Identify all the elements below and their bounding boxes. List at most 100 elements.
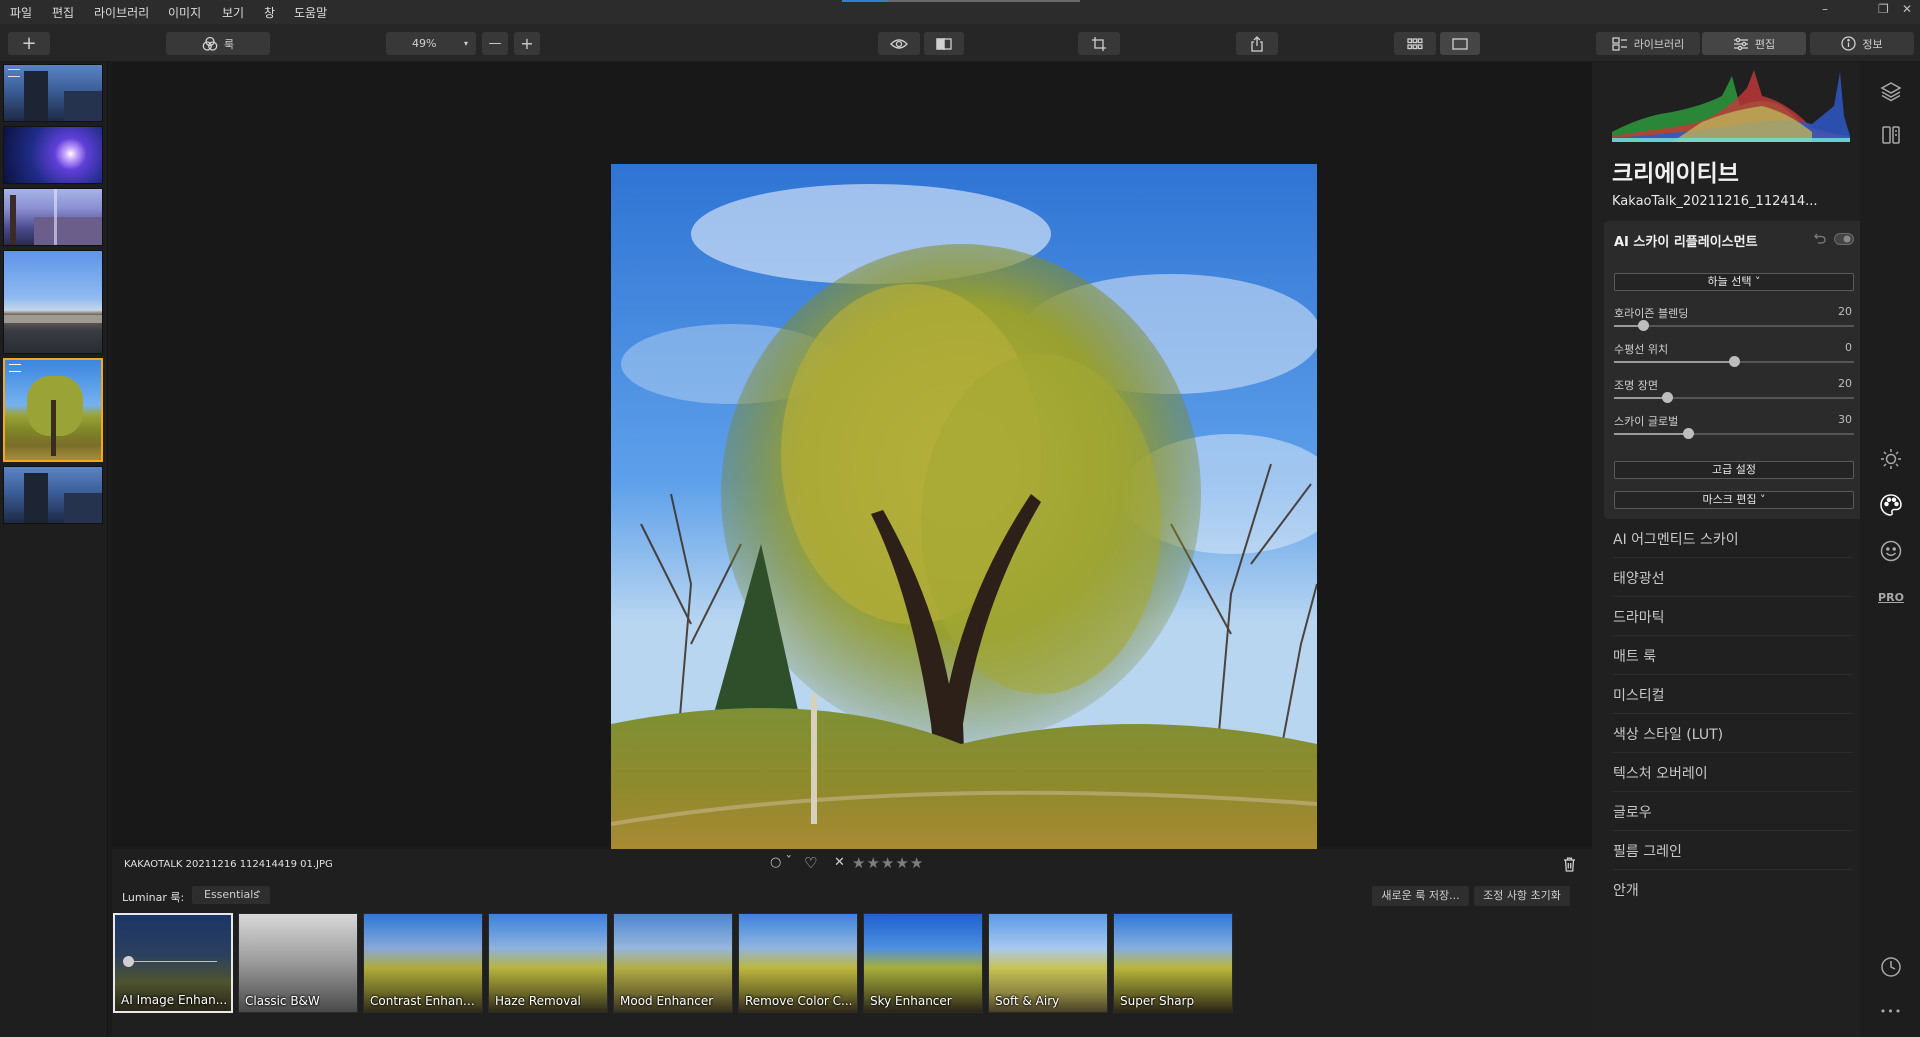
photo-image bbox=[611, 164, 1317, 871]
single-view-button[interactable] bbox=[1440, 32, 1480, 55]
tool-dramatic[interactable]: 드라마틱 bbox=[1613, 604, 1853, 636]
slider-knob[interactable] bbox=[1729, 356, 1740, 367]
look-thumb[interactable]: Haze Removal bbox=[488, 913, 608, 1013]
advanced-settings-button[interactable]: 고급 설정 bbox=[1614, 461, 1854, 479]
zoom-select[interactable]: 49% ▾ bbox=[386, 32, 476, 55]
share-button[interactable] bbox=[1236, 32, 1278, 55]
more-options-button[interactable]: ••• bbox=[1878, 998, 1904, 1024]
eye-toggle-icon[interactable] bbox=[1834, 233, 1854, 245]
undo-icon[interactable] bbox=[1814, 232, 1826, 244]
creative-button[interactable] bbox=[1878, 492, 1904, 518]
horizon-blending-slider[interactable] bbox=[1614, 320, 1854, 331]
look-thumb[interactable]: AI Image Enhan... bbox=[113, 913, 233, 1013]
sky-global-slider[interactable] bbox=[1614, 428, 1854, 439]
mask-edit-button[interactable]: 마스크 편집 ˅ bbox=[1614, 491, 1854, 509]
compare-button[interactable] bbox=[924, 32, 964, 55]
menu-window[interactable]: 창 bbox=[264, 4, 275, 21]
look-thumb[interactable]: Contrast Enhancer bbox=[363, 913, 483, 1013]
look-thumb[interactable]: Remove Color C... bbox=[738, 913, 858, 1013]
slider-label: 스카이 글로벌 bbox=[1614, 415, 1679, 428]
slider-value: 20 bbox=[1838, 305, 1852, 318]
face-icon bbox=[1880, 540, 1902, 562]
minimize-button[interactable]: – bbox=[1822, 2, 1828, 16]
tool-glow[interactable]: 글로우 bbox=[1613, 799, 1853, 831]
slider-knob[interactable] bbox=[1661, 392, 1673, 403]
star-icon[interactable]: ★ bbox=[866, 854, 880, 872]
filmstrip-thumb[interactable] bbox=[3, 466, 103, 524]
menu-view[interactable]: 보기 bbox=[222, 4, 244, 21]
tool-texture-overlay[interactable]: 텍스처 오버레이 bbox=[1613, 760, 1853, 792]
sky-select-button[interactable]: 하늘 선택 ˅ bbox=[1614, 273, 1854, 291]
star-icon[interactable]: ★ bbox=[910, 854, 924, 872]
tool-matte-look[interactable]: 매트 룩 bbox=[1613, 643, 1853, 675]
tool-mystical[interactable]: 미스티컬 bbox=[1613, 682, 1853, 714]
reset-adjustments-button[interactable]: 조정 사항 초기화 bbox=[1474, 886, 1570, 906]
zoom-in-button[interactable]: + bbox=[514, 32, 540, 55]
canvas-tools-button[interactable] bbox=[1878, 122, 1904, 148]
star-rating[interactable]: ★★★★★ bbox=[852, 854, 924, 872]
slider-knob[interactable] bbox=[1637, 320, 1649, 331]
star-icon[interactable]: ★ bbox=[895, 854, 909, 872]
filmstrip-thumb[interactable] bbox=[3, 126, 103, 184]
scene-lighting-slider[interactable] bbox=[1614, 392, 1854, 403]
star-icon[interactable]: ★ bbox=[852, 854, 866, 872]
slider-value: 20 bbox=[1838, 377, 1852, 390]
star-icon[interactable]: ★ bbox=[881, 854, 895, 872]
menu-library[interactable]: 라이브러리 bbox=[94, 4, 149, 21]
slider-knob[interactable] bbox=[1683, 428, 1695, 439]
history-button[interactable] bbox=[1878, 954, 1904, 980]
sun-icon bbox=[1881, 449, 1901, 469]
filmstrip-thumb[interactable] bbox=[3, 250, 103, 354]
tool-film-grain[interactable]: 필름 그레인 bbox=[1613, 838, 1853, 870]
menu-file[interactable]: 파일 bbox=[10, 4, 32, 21]
image-canvas[interactable] bbox=[112, 62, 1592, 871]
tab-info[interactable]: 정보 bbox=[1810, 32, 1914, 55]
color-label-button[interactable]: ○ ˇ bbox=[770, 855, 792, 870]
look-thumb[interactable]: Sky Enhancer bbox=[863, 913, 983, 1013]
looks-category-select[interactable]: Essentials ⌃ bbox=[192, 886, 270, 904]
horizon-position-slider[interactable] bbox=[1614, 356, 1854, 367]
tool-sunrays[interactable]: 태양광선 bbox=[1613, 565, 1853, 597]
reject-button[interactable]: ✕ bbox=[834, 855, 845, 870]
pro-tools-button[interactable]: PRO bbox=[1878, 584, 1904, 610]
add-photos-button[interactable]: + bbox=[8, 32, 50, 55]
look-label: Soft & Airy bbox=[995, 994, 1060, 1008]
chevron-up-icon: ⌃ bbox=[254, 890, 262, 900]
menu-help[interactable]: 도움말 bbox=[294, 4, 327, 21]
slider-label: 수평선 위치 bbox=[1614, 343, 1669, 356]
main-photo[interactable] bbox=[611, 164, 1317, 871]
grid-view-button[interactable] bbox=[1394, 32, 1436, 55]
filmstrip-thumb-selected[interactable] bbox=[3, 358, 103, 462]
layers-button[interactable] bbox=[1878, 78, 1904, 104]
look-label: Contrast Enhancer bbox=[370, 994, 478, 1008]
tool-fog[interactable]: 안개 bbox=[1613, 877, 1853, 909]
look-thumb[interactable]: Classic B&W bbox=[238, 913, 358, 1013]
menu-image[interactable]: 이미지 bbox=[168, 4, 201, 21]
look-amount-slider[interactable] bbox=[129, 961, 217, 962]
tool-color-style-lut[interactable]: 색상 스타일 (LUT) bbox=[1613, 721, 1853, 753]
filmstrip-thumb[interactable] bbox=[3, 188, 103, 246]
filmstrip-thumb[interactable] bbox=[3, 64, 103, 122]
look-amount-knob[interactable] bbox=[123, 956, 134, 967]
tab-library[interactable]: 라이브러리 bbox=[1596, 32, 1700, 55]
look-thumb[interactable]: Soft & Airy bbox=[988, 913, 1108, 1013]
menu-edit[interactable]: 편집 bbox=[52, 4, 74, 21]
crop-icon bbox=[1092, 36, 1106, 51]
crop-button[interactable] bbox=[1078, 32, 1120, 55]
sliders-icon bbox=[1733, 37, 1748, 50]
looks-button[interactable]: 룩 bbox=[166, 32, 270, 55]
restore-button[interactable]: ❐ bbox=[1878, 2, 1889, 16]
favorite-heart-icon[interactable]: ♡ bbox=[804, 854, 817, 872]
look-thumb[interactable]: Mood Enhancer bbox=[613, 913, 733, 1013]
trash-icon[interactable] bbox=[1563, 857, 1576, 872]
tab-info-label: 정보 bbox=[1862, 37, 1883, 51]
close-button[interactable]: ✕ bbox=[1902, 2, 1912, 16]
look-thumb[interactable]: Super Sharp bbox=[1113, 913, 1233, 1013]
portrait-button[interactable] bbox=[1878, 538, 1904, 564]
zoom-out-button[interactable]: — bbox=[482, 32, 508, 55]
essentials-button[interactable] bbox=[1878, 446, 1904, 472]
preview-button[interactable] bbox=[878, 32, 920, 55]
tool-ai-augmented-sky[interactable]: AI 어그멘티드 스카이 bbox=[1613, 526, 1853, 558]
tab-edit[interactable]: 편집 bbox=[1702, 32, 1806, 55]
save-new-look-button[interactable]: 새로운 룩 저장... bbox=[1372, 886, 1469, 906]
